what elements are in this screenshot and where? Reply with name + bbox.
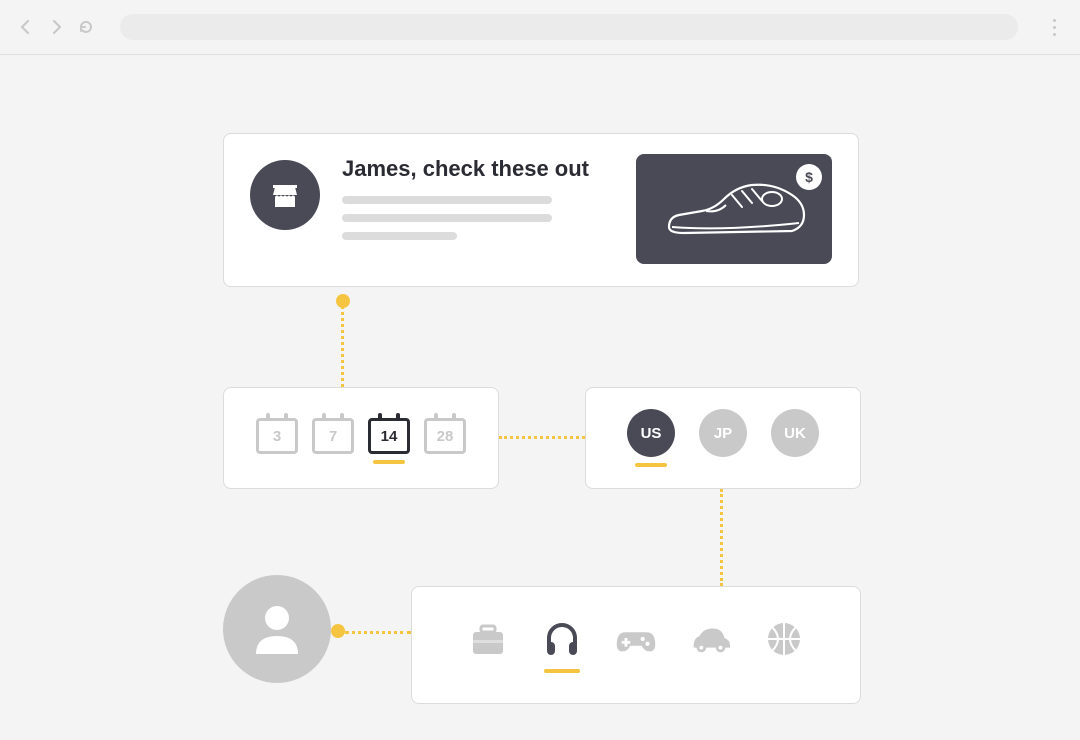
headphones-icon <box>541 618 583 660</box>
connector-node <box>331 624 345 638</box>
price-badge: $ <box>796 164 822 190</box>
interest-briefcase[interactable] <box>466 617 510 673</box>
connector <box>499 436 585 439</box>
frequency-option-3[interactable]: 3 <box>256 412 298 464</box>
url-bar[interactable] <box>120 14 1018 40</box>
connector-node <box>336 294 350 308</box>
interest-auto[interactable] <box>688 617 732 673</box>
message-title: James, check these out <box>342 156 614 182</box>
region-option-uk[interactable]: UK <box>771 409 819 467</box>
person-icon <box>246 598 308 660</box>
briefcase-icon <box>467 618 509 660</box>
nav-reload-button[interactable] <box>78 19 94 35</box>
frequency-option-28[interactable]: 28 <box>424 412 466 464</box>
nav-forward-button[interactable] <box>48 19 64 35</box>
text-placeholder <box>342 196 552 204</box>
nav-back-button[interactable] <box>18 19 34 35</box>
diagram-canvas: James, check these out $ 3 7 14 <box>0 55 1080 740</box>
gamepad-icon <box>614 618 658 660</box>
product-image[interactable]: $ <box>636 154 832 264</box>
frequency-option-7[interactable]: 7 <box>312 412 354 464</box>
interest-headphones[interactable] <box>540 617 584 673</box>
store-icon <box>250 160 320 230</box>
text-placeholder <box>342 232 457 240</box>
connector <box>345 631 411 634</box>
basketball-icon <box>763 618 805 660</box>
browser-chrome <box>0 0 1080 55</box>
user-avatar <box>223 575 331 683</box>
sneaker-icon <box>654 169 814 249</box>
recommendation-card: James, check these out $ <box>223 133 859 287</box>
browser-menu-button[interactable] <box>1046 19 1062 36</box>
frequency-option-14[interactable]: 14 <box>368 412 410 464</box>
region-card: US JP UK <box>585 387 861 489</box>
car-icon <box>688 618 732 660</box>
interest-sports[interactable] <box>762 617 806 673</box>
connector <box>341 301 344 387</box>
region-option-jp[interactable]: JP <box>699 409 747 467</box>
text-placeholder <box>342 214 552 222</box>
connector <box>720 489 723 586</box>
region-option-us[interactable]: US <box>627 409 675 467</box>
frequency-card: 3 7 14 28 <box>223 387 499 489</box>
interests-card <box>411 586 861 704</box>
interest-gaming[interactable] <box>614 617 658 673</box>
